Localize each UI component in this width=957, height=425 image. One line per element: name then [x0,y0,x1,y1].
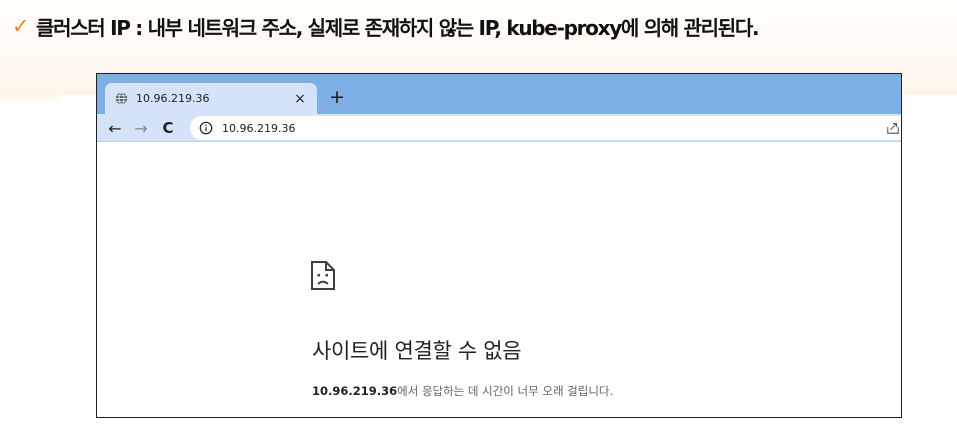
new-tab-button[interactable]: + [325,85,349,109]
error-title: 사이트에 연결할 수 없음 [312,339,522,363]
info-icon[interactable] [199,121,213,135]
check-mark-icon: ✓ [12,14,30,38]
heading-text: 클러스터 IP : 내부 네트워크 주소, 실제로 존재하지 않는 IP, ku… [36,15,760,40]
slide-heading: ✓ 클러스터 IP : 내부 네트워크 주소, 실제로 존재하지 않는 IP, … [12,10,947,42]
share-icon[interactable] [886,121,900,135]
browser-toolbar: ← → C 10.96.219.36 [97,114,901,142]
background-fade [0,95,60,105]
back-button[interactable]: ← [104,117,126,139]
error-page: 사이트에 연결할 수 없음 10.96.219.36에서 응답하는 데 시간이 … [97,142,901,417]
error-detail: 10.96.219.36에서 응답하는 데 시간이 너무 오래 걸립니다. [312,383,613,399]
browser-tab[interactable]: 10.96.219.36 × [105,83,317,114]
sad-page-icon [310,260,336,291]
forward-button[interactable]: → [130,117,152,139]
tab-title: 10.96.219.36 [136,92,210,105]
address-bar[interactable]: 10.96.219.36 [190,116,901,140]
reload-button[interactable]: C [157,117,179,139]
error-message: 에서 응답하는 데 시간이 너무 오래 걸립니다. [397,384,614,398]
url-text: 10.96.219.36 [222,121,296,135]
error-host: 10.96.219.36 [312,384,398,398]
tab-strip: 10.96.219.36 × + [97,74,901,114]
globe-icon [115,92,128,105]
browser-window: 10.96.219.36 × + ← → C 10.96.219.36 사이트에… [96,73,902,418]
close-tab-icon[interactable]: × [293,91,307,107]
